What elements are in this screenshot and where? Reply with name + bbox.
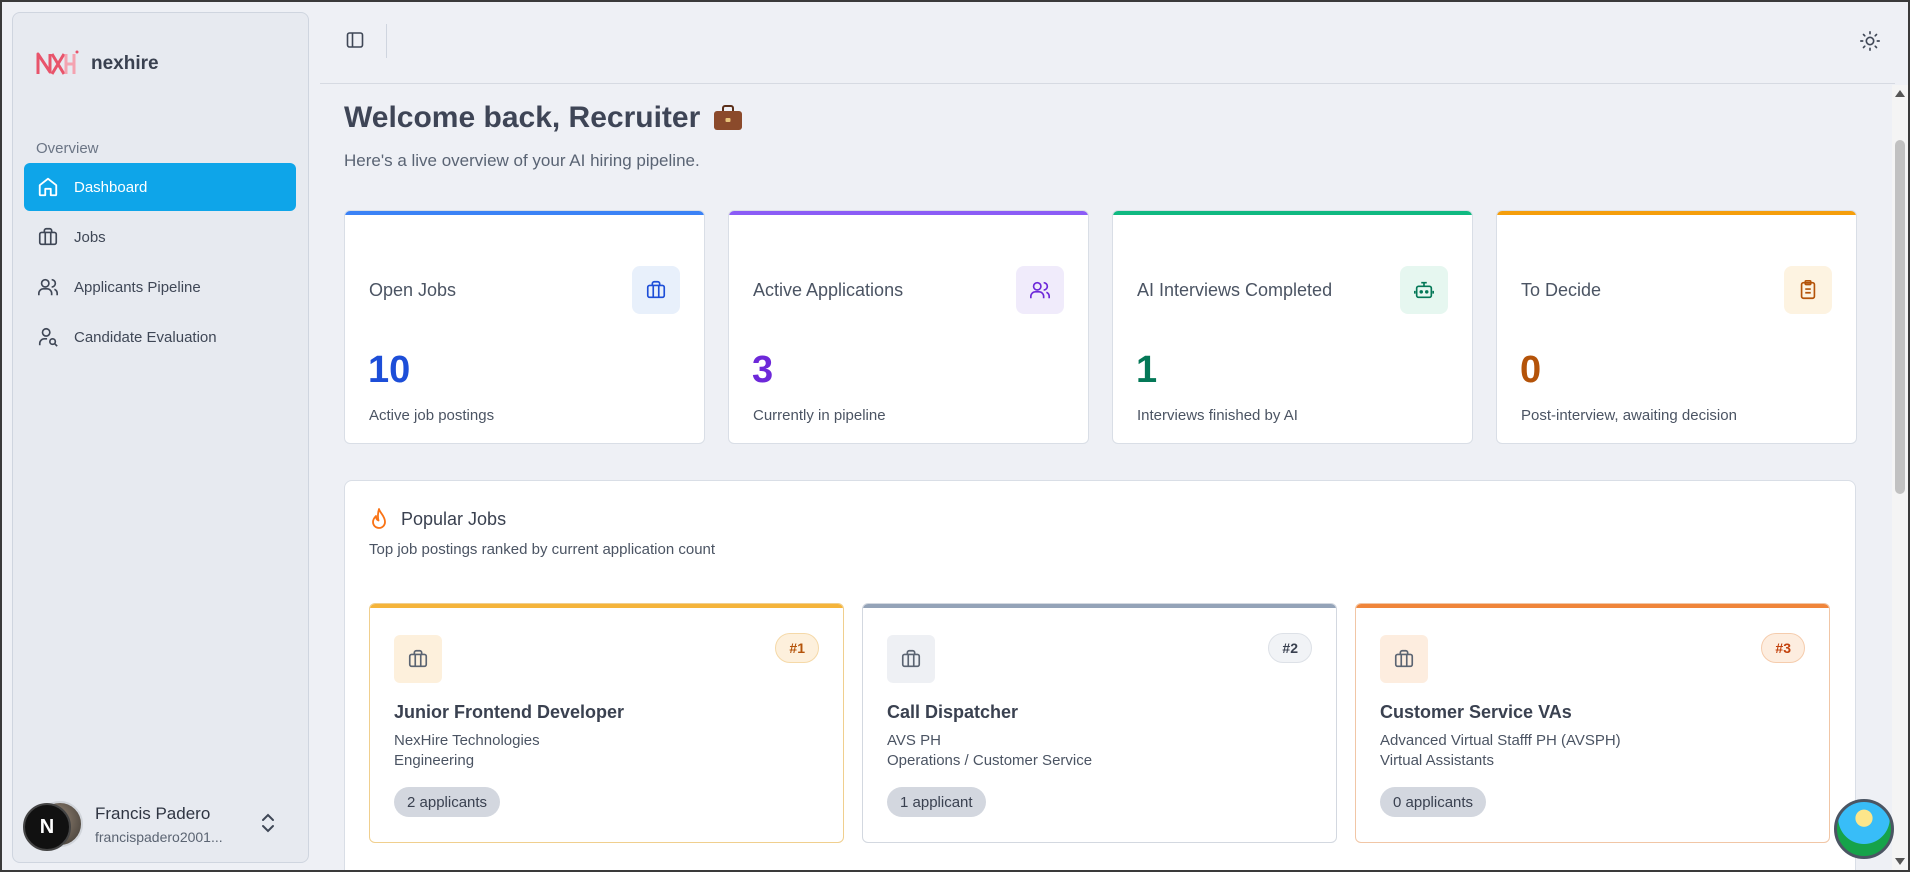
scroll-thumb[interactable] <box>1895 140 1905 494</box>
applicant-count-badge: 0 applicants <box>1380 787 1487 817</box>
user-info: Francis Padero francispadero2001... <box>95 804 223 845</box>
job-title: Customer Service VAs <box>1380 702 1572 722</box>
job-accent-bar <box>370 604 843 608</box>
stat-title: To Decide <box>1521 280 1602 300</box>
job-department: Operations / Customer Service <box>887 752 1093 769</box>
scroll-up-arrow-icon[interactable] <box>1895 90 1905 97</box>
job-card[interactable]: #3 Customer Service VAs Advanced Virtual… <box>1355 603 1830 843</box>
nav-section-label: Overview <box>36 140 99 157</box>
stat-accent-bar <box>1113 211 1472 215</box>
stat-description: Active job postings <box>369 407 495 424</box>
page-title: Welcome back, Recruiter <box>344 101 1856 135</box>
topbar <box>320 0 1895 84</box>
job-title: Junior Frontend Developer <box>394 702 625 722</box>
job-accent-bar <box>1356 604 1829 608</box>
flame-icon <box>372 508 386 529</box>
stat-accent-bar <box>729 211 1088 215</box>
user-search-icon <box>36 325 60 349</box>
stat-description: Post-interview, awaiting decision <box>1521 407 1737 424</box>
stat-card-ai-interviews[interactable]: AI Interviews Completed 1 Interviews fin… <box>1112 210 1473 444</box>
sidebar-item-label: Candidate Evaluation <box>74 328 217 346</box>
stat-value: 1 <box>1136 349 1158 391</box>
job-company: Advanced Virtual Stafff PH (AVSPH) <box>1380 732 1621 749</box>
rank-badge: #2 <box>1268 633 1312 663</box>
stat-value: 3 <box>752 349 774 391</box>
sidebar-toggle-icon[interactable] <box>345 30 365 55</box>
user-menu[interactable]: Francis Padero francispadero2001... <box>37 798 297 850</box>
applicant-count-badge: 2 applicants <box>394 787 501 817</box>
sidebar: nexhire Overview Dashboard Jobs Applican… <box>12 12 309 863</box>
stat-value: 0 <box>1520 349 1542 391</box>
sidebar-item-label: Applicants Pipeline <box>74 278 201 296</box>
stat-description: Currently in pipeline <box>753 407 886 424</box>
sidebar-nav: Dashboard Jobs Applicants Pipeline Candi… <box>24 163 296 363</box>
stat-accent-bar <box>345 211 704 215</box>
job-title: Call Dispatcher <box>887 702 1019 722</box>
job-department: Virtual Assistants <box>1380 752 1494 769</box>
scroll-down-arrow-icon[interactable] <box>1895 858 1905 865</box>
welcome-text: Welcome back, Recruiter <box>344 101 701 134</box>
stat-title: AI Interviews Completed <box>1137 280 1333 300</box>
popular-jobs-title: Popular Jobs <box>401 508 507 529</box>
bot-icon <box>1400 266 1448 314</box>
brand-name: nexhire <box>91 53 159 74</box>
briefcase-emoji-icon <box>714 105 743 130</box>
topbar-divider <box>386 24 387 58</box>
page-scrollbar[interactable] <box>1892 85 1908 870</box>
sidebar-item-applicants-pipeline[interactable]: Applicants Pipeline <box>24 263 296 311</box>
job-company: AVS PH <box>887 732 941 749</box>
job-card[interactable]: #1 Junior Frontend Developer NexHire Tec… <box>369 603 844 843</box>
stat-card-open-jobs[interactable]: Open Jobs 10 Active job postings <box>344 210 705 444</box>
briefcase-icon <box>394 635 442 683</box>
popular-jobs-header: Popular Jobs <box>369 507 506 531</box>
users-icon <box>36 275 60 299</box>
user-email: francispadero2001... <box>95 828 223 845</box>
chevrons-up-down-icon[interactable] <box>259 811 277 840</box>
sidebar-item-dashboard[interactable]: Dashboard <box>24 163 296 211</box>
stat-card-to-decide[interactable]: To Decide 0 Post-interview, awaiting dec… <box>1496 210 1857 444</box>
job-department: Engineering <box>394 752 475 769</box>
sidebar-item-jobs[interactable]: Jobs <box>24 213 296 261</box>
rank-badge: #3 <box>1761 633 1805 663</box>
main-content: Welcome back, Recruiter Here's a live ov… <box>344 95 1857 872</box>
job-accent-bar <box>863 604 1336 608</box>
briefcase-icon <box>36 225 60 249</box>
stat-value: 10 <box>368 349 411 391</box>
page-subtitle: Here's a live overview of your AI hiring… <box>344 151 700 170</box>
briefcase-icon <box>632 266 680 314</box>
briefcase-icon <box>1380 635 1428 683</box>
briefcase-icon <box>887 635 935 683</box>
nexhire-logo-icon <box>36 50 79 75</box>
applicant-count-badge: 1 applicant <box>887 787 986 817</box>
job-company: NexHire Technologies <box>394 732 540 749</box>
stats-row: Open Jobs 10 Active job postings Active … <box>344 210 1857 444</box>
stat-title: Active Applications <box>753 280 904 300</box>
home-icon <box>36 175 60 199</box>
popular-jobs-subtitle: Top job postings ranked by current appli… <box>369 541 716 558</box>
sun-icon[interactable] <box>1859 30 1881 57</box>
floating-assistant-avatar[interactable] <box>1834 799 1894 859</box>
sidebar-item-label: Dashboard <box>74 178 148 196</box>
job-card[interactable]: #2 Call Dispatcher AVS PH Operations / C… <box>862 603 1337 843</box>
brand[interactable]: nexhire <box>35 46 159 82</box>
stat-accent-bar <box>1497 211 1856 215</box>
rank-badge: #1 <box>775 633 819 663</box>
stat-card-active-applications[interactable]: Active Applications 3 Currently in pipel… <box>728 210 1089 444</box>
sidebar-item-candidate-evaluation[interactable]: Candidate Evaluation <box>24 313 296 361</box>
next-dev-badge[interactable]: N <box>23 803 71 851</box>
clipboard-icon <box>1784 266 1832 314</box>
popular-jobs-panel: Popular Jobs Top job postings ranked by … <box>344 480 1856 872</box>
stat-description: Interviews finished by AI <box>1137 407 1298 424</box>
user-name: Francis Padero <box>95 803 211 823</box>
stat-title: Open Jobs <box>369 280 457 300</box>
sidebar-item-label: Jobs <box>74 228 106 246</box>
users-icon <box>1016 266 1064 314</box>
popular-jobs-list: #1 Junior Frontend Developer NexHire Tec… <box>369 603 1830 843</box>
